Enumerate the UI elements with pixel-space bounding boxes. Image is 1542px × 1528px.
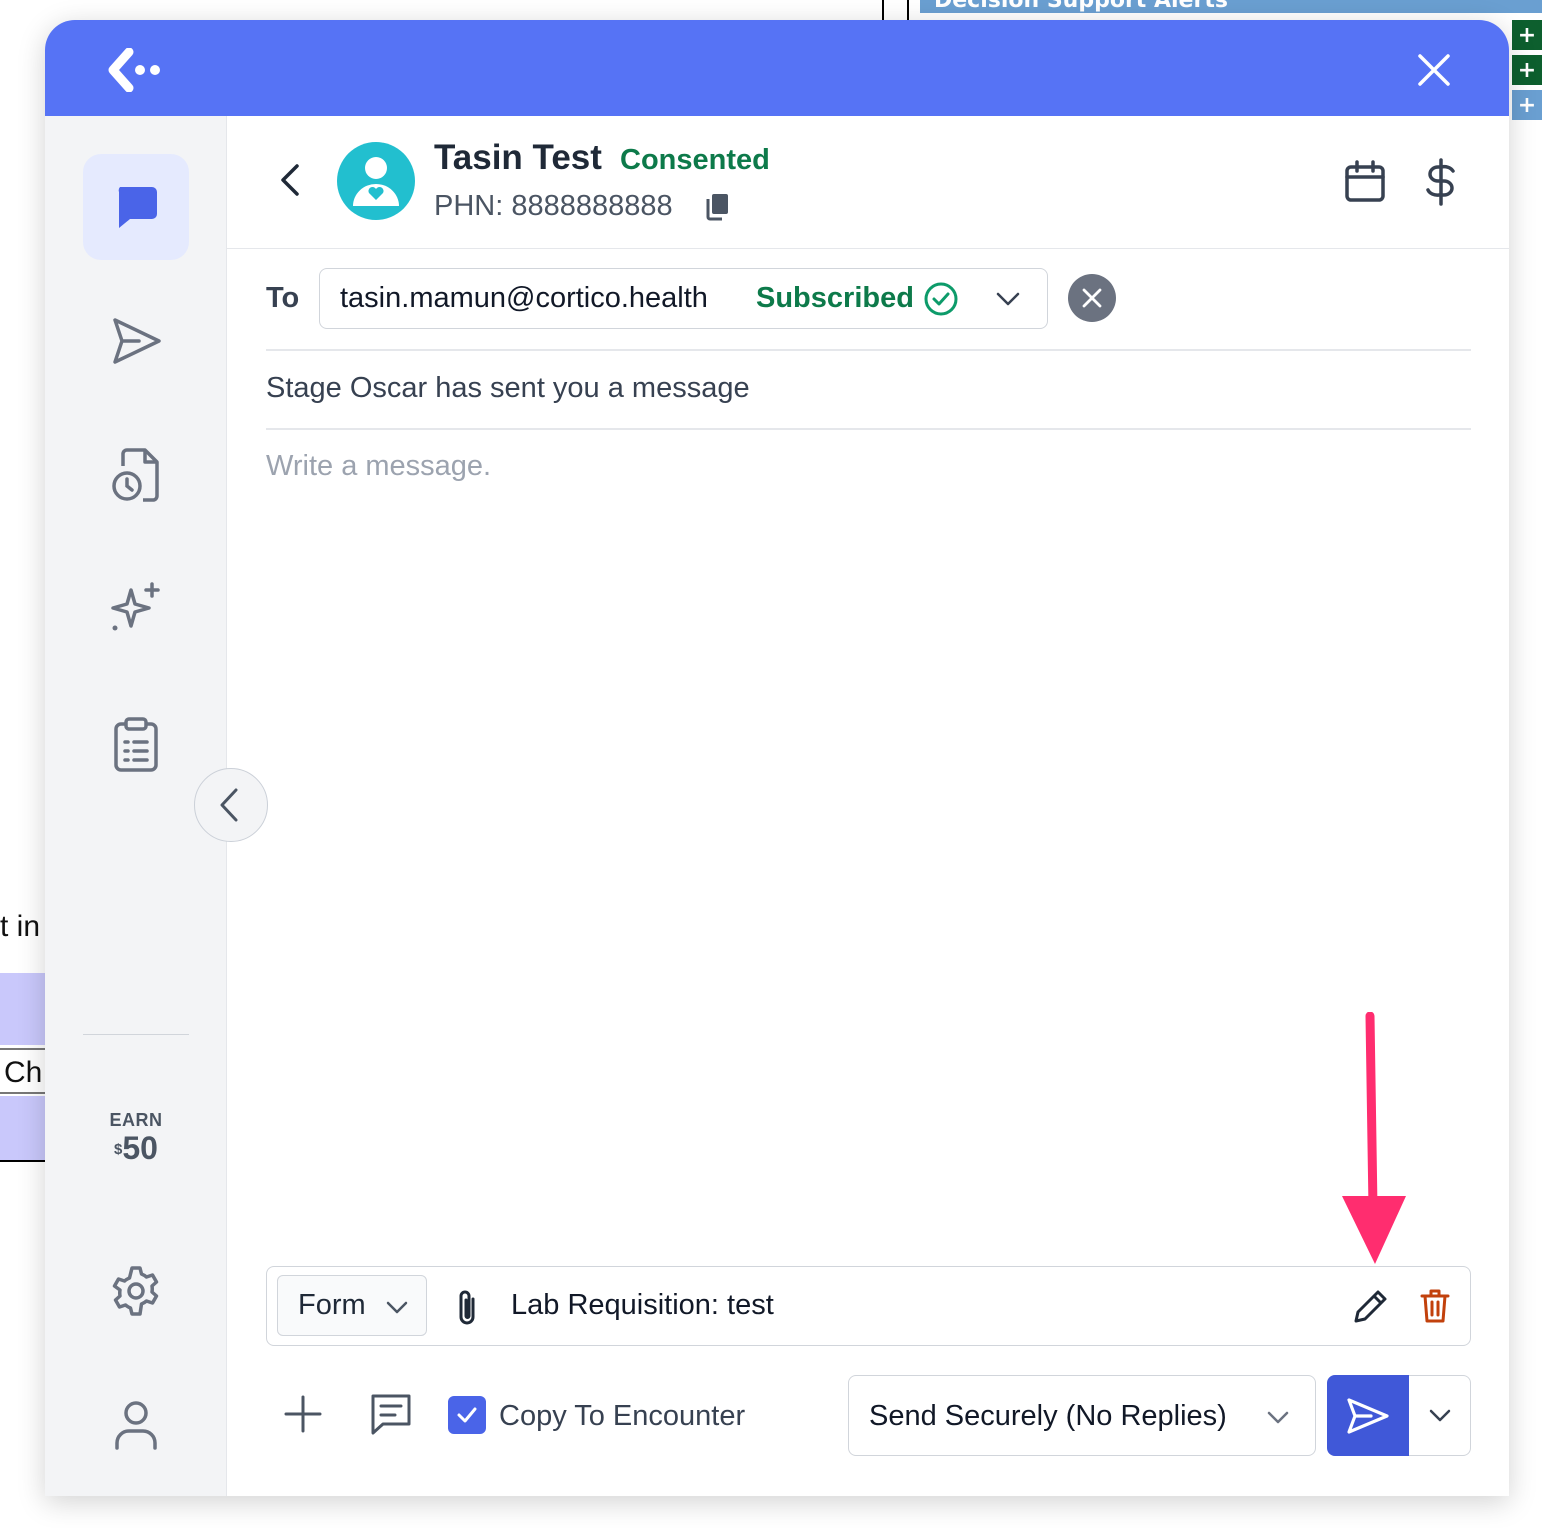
sparkles-icon [111,582,160,631]
check-icon [457,1407,477,1423]
background-plus-icon: + [1512,20,1542,50]
patient-phn: PHN: 8888888888 [434,190,673,222]
back-icon[interactable] [275,160,307,200]
earn-amount: $50 [114,1130,158,1166]
copy-to-encounter-label: Copy To Encounter [499,1400,746,1432]
modal-topbar [45,20,1509,116]
chevron-down-icon [996,292,1020,306]
earn-label: EARN [109,1110,163,1130]
remove-recipient-button[interactable] [1068,274,1116,322]
close-icon[interactable] [1414,50,1454,90]
sidebar-item-sent[interactable] [83,288,189,394]
sidebar-item-scheduled[interactable] [83,422,189,528]
background-block [0,1096,46,1162]
send-button[interactable] [1327,1375,1409,1456]
background-plus-icon: + [1512,55,1542,85]
user-icon [115,1401,157,1450]
paperclip-icon [459,1290,475,1325]
annotation-arrow [1342,1012,1406,1264]
note-template-icon[interactable] [367,1390,415,1438]
background-block [0,973,46,1045]
copy-icon[interactable] [703,192,731,222]
send-icon [113,318,161,364]
background-plus-icon: + [1512,90,1542,120]
recipient-select[interactable]: tasin.mamun@cortico.health Subscribed [319,268,1048,329]
attachment-name: Lab Requisition: test [511,1289,774,1321]
attachment-type-select[interactable]: Form [277,1275,427,1336]
sidebar-item-messages[interactable] [83,154,189,260]
chevron-left-icon [220,788,238,822]
clipboard-list-icon [114,717,158,772]
send-mode-label: Send Securely (No Replies) [869,1400,1227,1432]
chat-bubble-icon [118,187,157,228]
sidebar-item-forms[interactable] [83,692,189,798]
earn-referral[interactable]: EARN $50 [83,1110,189,1166]
check-circle-icon [924,282,958,316]
cortico-logo [108,48,160,92]
background-divider [882,0,884,20]
chevron-down-icon [386,1301,408,1314]
message-input[interactable] [266,450,1471,1210]
attachment-type-label: Form [298,1289,366,1321]
calendar-icon[interactable] [1343,160,1387,204]
chevron-down-icon [1429,1409,1450,1421]
sidebar-item-ai[interactable] [83,556,189,662]
patient-header: Tasin Test Consented PHN: 8888888888 [227,116,1509,249]
divider [266,349,1471,351]
send-options-button[interactable] [1409,1375,1471,1456]
background-divider [907,0,909,20]
compose-panel: Tasin Test Consented PHN: 8888888888 To … [227,116,1509,1496]
subscription-status: Subscribed [756,282,914,314]
close-icon [1082,288,1102,308]
add-attachment-icon[interactable] [283,1394,323,1434]
recipient-email: tasin.mamun@cortico.health [340,282,708,314]
messaging-modal: EARN $50 Tasin Test Consented PHN: 88888… [45,20,1509,1496]
sidebar-divider [83,1034,189,1035]
to-label: To [266,282,300,314]
collapse-sidebar-button[interactable] [194,768,268,842]
message-subject[interactable]: Stage Oscar has sent you a message [266,372,750,405]
dollar-icon[interactable] [1423,158,1459,206]
sidebar-item-profile[interactable] [83,1372,189,1478]
copy-to-encounter-checkbox[interactable] [448,1396,486,1434]
consent-status: Consented [620,144,770,176]
divider [266,428,1471,430]
patient-avatar [337,142,415,220]
send-icon [1347,1397,1389,1434]
chevron-down-icon [1267,1411,1289,1424]
gear-icon [112,1266,159,1316]
attachment-row: Form Lab Requisition: test [266,1266,1471,1346]
pencil-icon[interactable] [1352,1287,1390,1325]
background-text: t in [0,910,41,943]
send-mode-select[interactable]: Send Securely (No Replies) [848,1375,1316,1456]
patient-name: Tasin Test [434,138,602,177]
background-text: Ch [0,1048,46,1094]
trash-icon[interactable] [1419,1287,1451,1325]
patient-avatar-icon [353,157,399,206]
background-banner: Decision Support Alerts [920,0,1542,13]
sidebar-item-settings[interactable] [83,1238,189,1344]
scheduled-document-icon [112,448,159,502]
